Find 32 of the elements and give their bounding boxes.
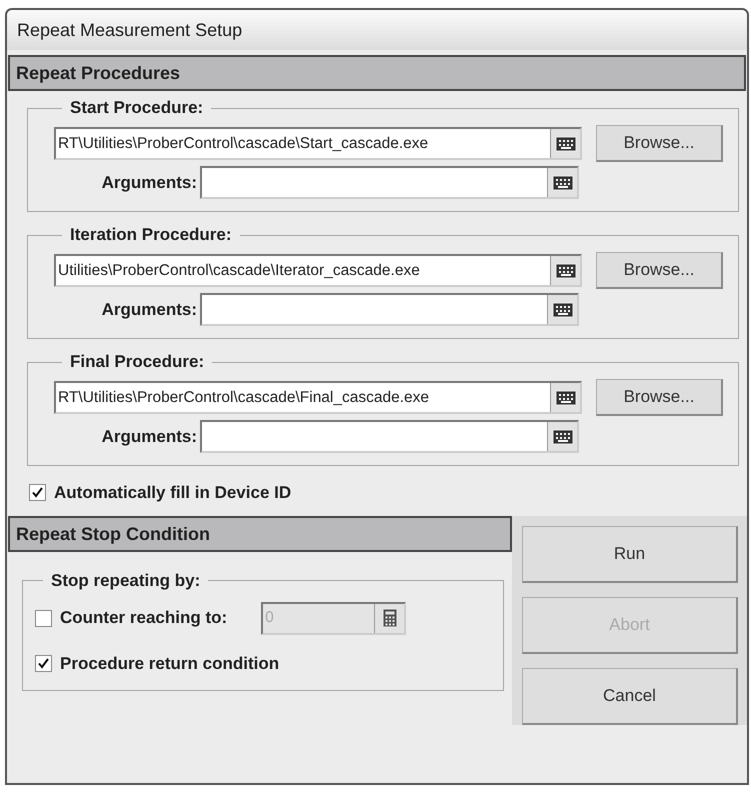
keyboard-icon[interactable]: [550, 256, 580, 285]
arguments-label: Arguments:: [100, 298, 198, 321]
group-title: Final Procedure:: [69, 351, 206, 373]
group-title: Start Procedure:: [69, 97, 204, 119]
section-header: Repeat Stop Condition: [8, 516, 512, 552]
path-field[interactable]: Utilities\ProberControl\cascade\Iterator_cascade.exe: [54, 254, 582, 287]
browse-button[interactable]: Browse...: [596, 252, 723, 289]
browse-button[interactable]: Browse...: [596, 379, 723, 416]
keyboard-icon[interactable]: [550, 129, 580, 158]
arguments-field[interactable]: [200, 166, 579, 199]
action-button[interactable]: Cancel: [522, 668, 738, 724]
checkbox-label: Procedure return condition: [60, 652, 280, 674]
section-header: Repeat Procedures: [8, 55, 746, 91]
group-title: Stop repeating by:: [50, 570, 202, 592]
keyboard-icon[interactable]: [547, 422, 577, 451]
action-button[interactable]: Run: [522, 526, 738, 582]
arguments-field[interactable]: [200, 293, 579, 326]
arguments-field[interactable]: [200, 420, 579, 453]
path-field[interactable]: RT\Utilities\ProberControl\cascade\Final_cascade.exe: [54, 381, 582, 414]
window-title: Repeat Measurement Setup: [7, 10, 747, 50]
keyboard-icon[interactable]: [547, 295, 577, 324]
path-field[interactable]: RT\Utilities\ProberControl\cascade\Start_cascade.exe: [54, 127, 582, 160]
group-title: Iteration Procedure:: [69, 224, 233, 246]
checkbox-label: Counter reaching to:: [60, 607, 228, 630]
keyboard-icon[interactable]: [547, 168, 577, 197]
checkbox-label: Automatically fill in Device ID: [54, 482, 292, 504]
keyboard-icon[interactable]: [550, 383, 580, 412]
checkbox[interactable]: [35, 654, 52, 672]
arguments-label: Arguments:: [100, 172, 198, 194]
arguments-label: Arguments:: [100, 426, 198, 448]
checkbox[interactable]: [29, 484, 46, 502]
browse-button[interactable]: Browse...: [596, 125, 723, 162]
